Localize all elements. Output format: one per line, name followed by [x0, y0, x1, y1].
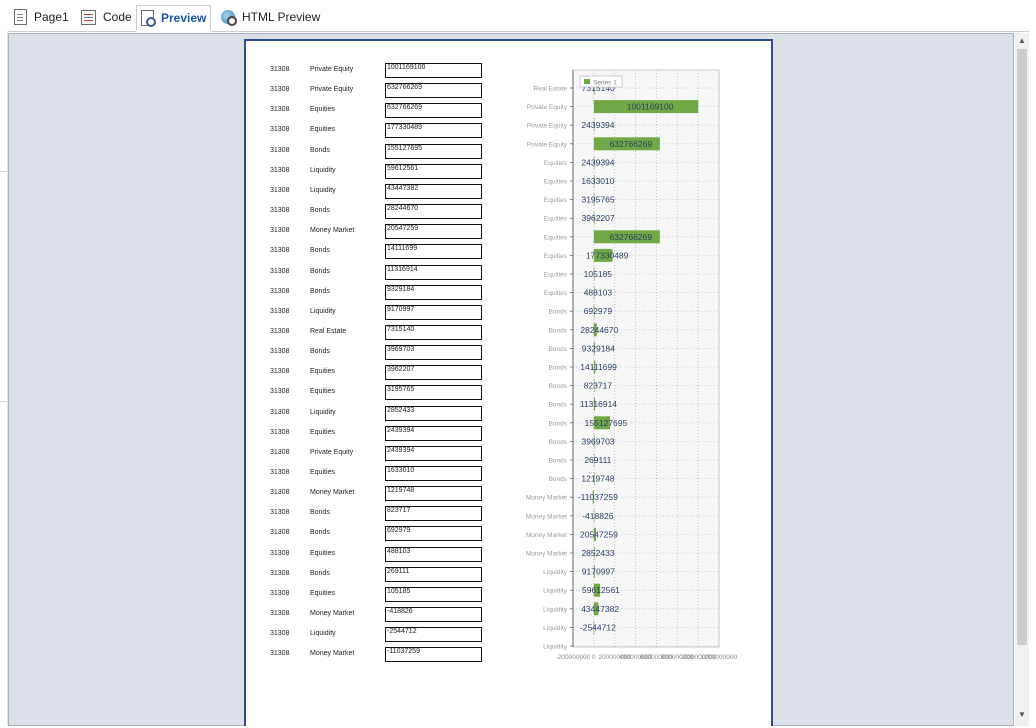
bar-value-label: 11316914 — [580, 399, 617, 409]
scrollbar-thumb[interactable] — [1017, 49, 1027, 645]
panel-divider — [0, 171, 7, 172]
y-category-label: Real Estate — [533, 86, 567, 93]
scroll-down-icon[interactable]: ▼ — [1017, 709, 1027, 721]
legend-label: Series 1 — [593, 80, 617, 87]
panel-divider — [0, 401, 7, 402]
y-category-label: Liquidity — [543, 625, 568, 632]
y-category-label: Equities — [544, 160, 568, 167]
tab-html-preview[interactable]: HTML Preview — [221, 6, 320, 28]
bar-value-label: 632766269 — [610, 139, 653, 149]
bar-value-label: 105185 — [584, 269, 613, 279]
page-icon — [14, 9, 27, 25]
left-panel-edge — [0, 31, 8, 726]
y-category-label: Bonds — [549, 420, 568, 427]
bar-value-label: -418826 — [582, 511, 613, 521]
y-category-label: Equities — [544, 290, 568, 297]
y-category-label: Liquidity — [543, 569, 568, 576]
bar-value-label: 1219748 — [581, 474, 614, 484]
y-category-label: Bonds — [549, 458, 568, 465]
legend-swatch — [584, 79, 590, 84]
scroll-up-icon[interactable]: ▲ — [1017, 35, 1027, 47]
y-category-label: Liquidity — [543, 644, 568, 651]
bar-value-label: 155127695 — [585, 418, 628, 428]
bar-value-label: 3195765 — [581, 195, 614, 205]
bar-value-label: 823717 — [584, 381, 613, 391]
bar-value-label: 20547259 — [580, 529, 618, 539]
y-category-label: Bonds — [549, 402, 568, 409]
y-category-label: Equities — [544, 216, 568, 223]
bar-value-label: 632766269 — [610, 232, 653, 242]
y-category-label: Equities — [544, 272, 568, 279]
y-category-label: Equities — [544, 234, 568, 241]
y-category-label: Liquidity — [543, 588, 568, 595]
tab-code[interactable]: Code — [81, 6, 132, 28]
bar-value-label: -11037259 — [578, 492, 618, 502]
bar-value-label: 692979 — [584, 306, 613, 316]
y-category-label: Bonds — [549, 439, 568, 446]
bar-value-label: 177330489 — [586, 250, 629, 260]
bar-value-label: 14111699 — [580, 362, 617, 372]
bar-value-label: 43447382 — [581, 604, 619, 614]
y-category-label: Money Market — [526, 513, 567, 520]
bar-value-label: 269111 — [584, 455, 611, 465]
x-tick-label: 0 — [592, 654, 596, 661]
y-category-label: Bonds — [549, 327, 568, 334]
tab-page1[interactable]: Page1 — [14, 6, 69, 28]
tab-preview[interactable]: Preview — [136, 5, 212, 32]
bar-value-label: 2439394 — [581, 120, 614, 130]
bar-value-label: 3969703 — [582, 436, 615, 446]
tab-page1-label: Page1 — [34, 10, 69, 24]
y-category-label: Private Equity — [527, 104, 568, 111]
y-category-label: Bonds — [549, 476, 568, 483]
x-tick-label: -200000000 — [556, 654, 591, 661]
y-category-label: Bonds — [549, 365, 568, 372]
bar-value-label: 2852433 — [581, 548, 614, 558]
vertical-scrollbar[interactable]: ▲ ▼ — [1015, 33, 1029, 726]
y-category-label: Equities — [544, 253, 568, 260]
y-category-label: Bonds — [549, 383, 568, 390]
y-category-label: Equities — [544, 197, 568, 204]
y-category-label: Money Market — [526, 532, 567, 539]
bar-chart: -200000000 0 20000000040000000060000000080… — [526, 69, 738, 661]
tab-preview-label: Preview — [161, 11, 207, 25]
html-preview-icon — [221, 10, 237, 26]
y-category-label: Private Equity — [527, 123, 568, 130]
bar-value-label: 9329184 — [582, 343, 615, 353]
tab-html-preview-label: HTML Preview — [242, 10, 321, 24]
document-tab-bar: Page1 Code Preview HTML Preview — [0, 0, 1036, 32]
y-category-label: Equities — [544, 179, 568, 186]
bar-value-label: -2544712 — [580, 622, 616, 632]
y-category-label: Liquidity — [543, 606, 568, 613]
y-category-label: Money Market — [526, 551, 567, 558]
bar-value-label: 1633010 — [581, 176, 614, 186]
y-category-label: Bonds — [549, 346, 568, 353]
report-page: 31308 Private Equity 1001169100 31308 Privat… — [244, 39, 773, 726]
bar-value-label: 59612561 — [582, 585, 620, 595]
x-tick-label: 1200000000 — [701, 654, 738, 661]
bar-value-label: 1001169100 — [627, 102, 674, 112]
y-category-label: Money Market — [526, 495, 567, 502]
y-category-label: Private Equity — [527, 141, 568, 148]
bar-value-label: 28244670 — [580, 325, 618, 335]
bar-value-label: 3962207 — [582, 213, 615, 223]
preview-icon — [141, 10, 156, 27]
bar-value-label: 488103 — [584, 288, 613, 298]
bar-value-label: 2439394 — [581, 157, 614, 167]
y-category-label: Bonds — [549, 309, 568, 316]
code-icon — [81, 9, 96, 25]
right-edge — [1029, 31, 1036, 726]
tab-code-label: Code — [103, 10, 132, 24]
bar-value-label: 9170997 — [582, 567, 615, 577]
